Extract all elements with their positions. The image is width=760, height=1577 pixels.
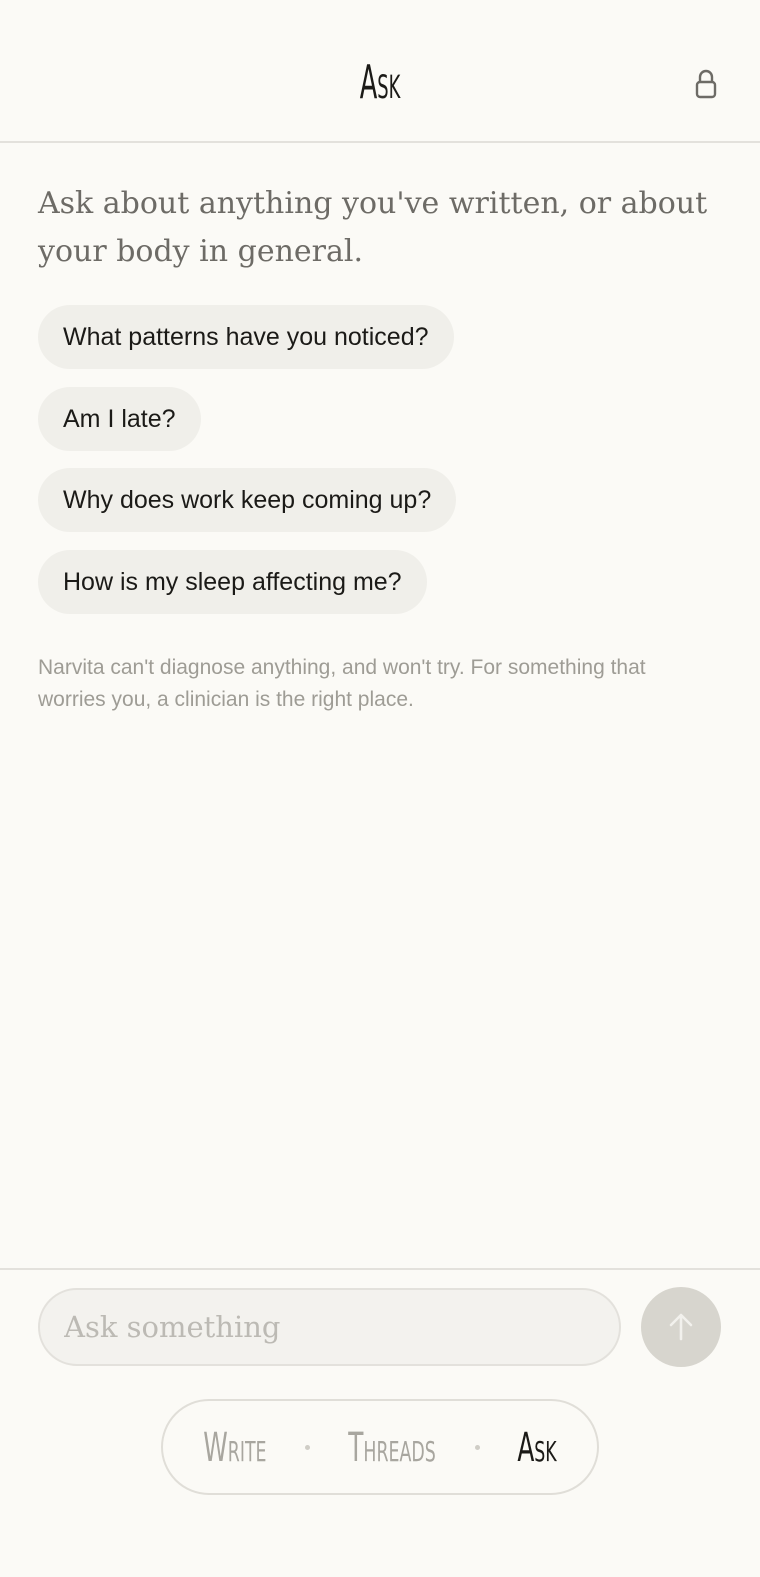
page-title: Ask <box>359 55 401 109</box>
nav-tab-write[interactable]: Write <box>203 1423 266 1473</box>
arrow-up-icon <box>669 1313 693 1341</box>
nav-tab-threads[interactable]: Threads <box>348 1423 436 1473</box>
send-button[interactable] <box>641 1287 721 1367</box>
suggestion-chip[interactable]: Why does work keep coming up? <box>38 468 457 532</box>
suggestion-chip[interactable]: Am I late? <box>38 387 201 451</box>
intro-text: Ask about anything you've written, or ab… <box>38 186 708 269</box>
lock-icon <box>695 69 717 99</box>
disclaimer-text: Narvita can't diagnose anything, and won… <box>38 656 646 711</box>
nav-tab-ask[interactable]: Ask <box>515 1423 560 1473</box>
composer-bar: Write Threads Ask <box>0 1268 760 1577</box>
suggestion-chip[interactable]: How is my sleep affecting me? <box>38 550 427 614</box>
lock-button[interactable] <box>690 66 722 102</box>
nav-separator <box>475 1445 480 1450</box>
suggestion-chip[interactable]: What patterns have you noticed? <box>38 305 454 369</box>
nav-separator <box>305 1445 310 1450</box>
bottom-nav: Write Threads Ask <box>161 1399 599 1495</box>
app-header: Ask <box>0 0 760 143</box>
ask-input[interactable] <box>38 1288 621 1366</box>
